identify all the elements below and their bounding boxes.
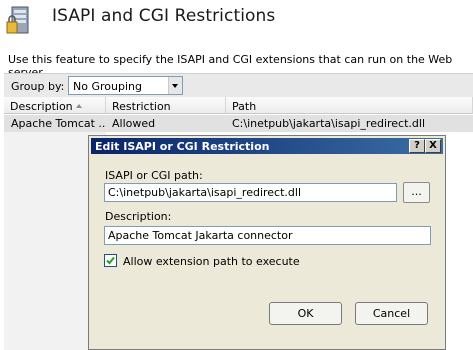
- path-input[interactable]: C:\inetpub\jakarta\isapi_redirect.dll: [104, 183, 397, 202]
- cancel-button[interactable]: Cancel: [355, 302, 428, 325]
- close-button[interactable]: X: [425, 139, 441, 153]
- row-description: Apache Tomcat ...: [11, 117, 106, 130]
- sort-ascending-icon: [76, 104, 82, 108]
- row-restriction: Allowed: [112, 117, 156, 130]
- description-input[interactable]: Apache Tomcat Jakarta connector: [104, 226, 431, 245]
- path-label: ISAPI or CGI path:: [105, 169, 203, 182]
- column-header-description[interactable]: Description: [4, 97, 106, 114]
- column-header-path-label: Path: [232, 100, 257, 113]
- ok-button[interactable]: OK: [269, 302, 342, 325]
- column-header-path[interactable]: Path: [226, 97, 473, 114]
- allow-execute-checkbox[interactable]: [104, 254, 117, 267]
- edit-restriction-dialog: Edit ISAPI or CGI Restriction ? X ISAPI …: [88, 135, 446, 350]
- column-header-restriction[interactable]: Restriction: [106, 97, 226, 114]
- help-button[interactable]: ?: [409, 139, 425, 153]
- group-by-label: Group by:: [11, 80, 65, 93]
- group-by-toolbar: Group by: No Grouping: [4, 73, 473, 99]
- column-header-description-label: Description: [10, 100, 73, 113]
- checkmark-icon: [106, 256, 115, 265]
- dialog-titlebar[interactable]: Edit ISAPI or CGI Restriction ? X: [91, 138, 443, 154]
- allow-execute-label: Allow extension path to execute: [123, 255, 300, 268]
- table-row[interactable]: Apache Tomcat ... Allowed C:\inetpub\jak…: [4, 115, 473, 132]
- chevron-down-icon[interactable]: [168, 77, 182, 94]
- page-title: ISAPI and CGI Restrictions: [52, 6, 276, 26]
- browse-button[interactable]: ...: [403, 182, 430, 203]
- description-label: Description:: [105, 210, 172, 223]
- group-by-value: No Grouping: [73, 80, 142, 93]
- dialog-title: Edit ISAPI or CGI Restriction: [95, 140, 270, 153]
- group-by-select[interactable]: No Grouping: [68, 76, 183, 95]
- column-header-restriction-label: Restriction: [112, 100, 171, 113]
- row-path: C:\inetpub\jakarta\isapi_redirect.dll: [232, 117, 425, 130]
- server-lock-icon: [6, 6, 34, 36]
